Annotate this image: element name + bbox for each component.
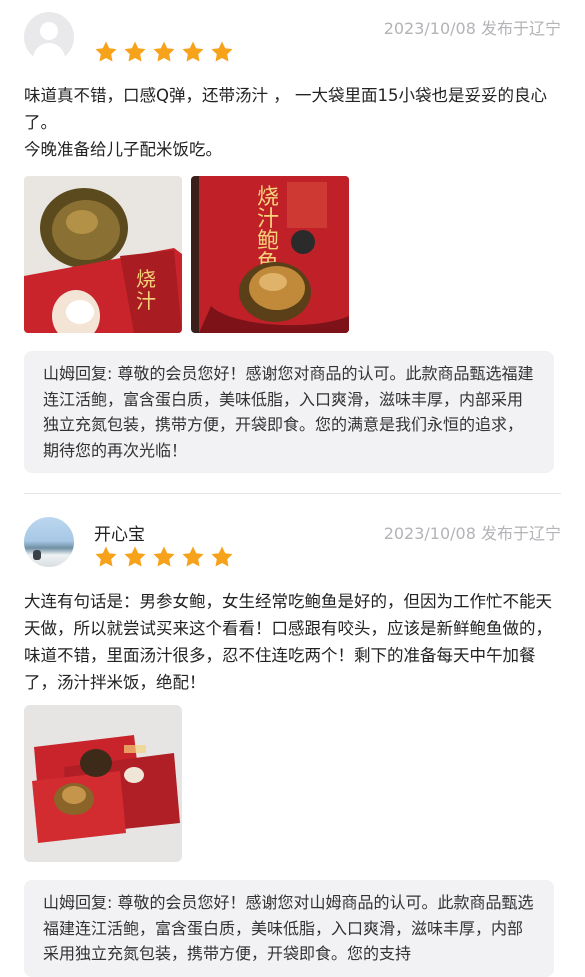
merchant-reply: 山姆回复: 尊敬的会员您好！感谢您对商品的认可。此款商品甄选福建连江活鲍，富含蛋… [24, 351, 554, 473]
rating-stars [94, 40, 234, 64]
star-icon [94, 40, 118, 64]
opened-abalone-packages-photo[interactable] [24, 705, 182, 862]
review-text: 味道真不错，口感Q弹，还带汤汁 ， 一大袋里面15小袋也是妥妥的良心了。 今晚准… [24, 82, 564, 163]
svg-text:汁: 汁 [136, 289, 156, 313]
user-avatar[interactable] [24, 517, 74, 567]
svg-text:烧: 烧 [136, 267, 156, 291]
star-icon [181, 545, 205, 569]
star-icon [181, 40, 205, 64]
star-icon [152, 40, 176, 64]
star-icon [94, 545, 118, 569]
star-icon [210, 545, 234, 569]
username: 开心宝 [94, 525, 145, 545]
rating-stars [94, 545, 234, 569]
star-icon [123, 545, 147, 569]
star-icon [123, 40, 147, 64]
review-date: 2023/10/08 发布于辽宁 [383, 19, 561, 38]
review-text-line: 味道真不错，口感Q弹，还带汤汁 ， 一大袋里面15小袋也是妥妥的良心了。 [24, 86, 547, 132]
review-text: 大连有句话是：男参女鲍，女生经常吃鲍鱼是好的，但因为工作忙不能天天做，所以就尝试… [24, 592, 552, 692]
abalone-package-in-hand-photo[interactable]: 烧 汁 [24, 176, 182, 333]
review-date: 2023/10/08 发布于辽宁 [383, 524, 561, 543]
star-icon [210, 40, 234, 64]
review-text-line: 今晚准备给儿子配米饭吃。 [24, 140, 222, 159]
user-avatar-placeholder-icon[interactable] [24, 12, 74, 62]
abalone-package-closeup-photo[interactable]: 烧 汁 鲍 鱼 [191, 176, 349, 333]
star-icon [152, 545, 176, 569]
review-divider [24, 493, 561, 494]
merchant-reply: 山姆回复: 尊敬的会员您好！感谢您对山姆商品的认可。此款商品甄选福建连江活鲍，富… [24, 880, 554, 977]
